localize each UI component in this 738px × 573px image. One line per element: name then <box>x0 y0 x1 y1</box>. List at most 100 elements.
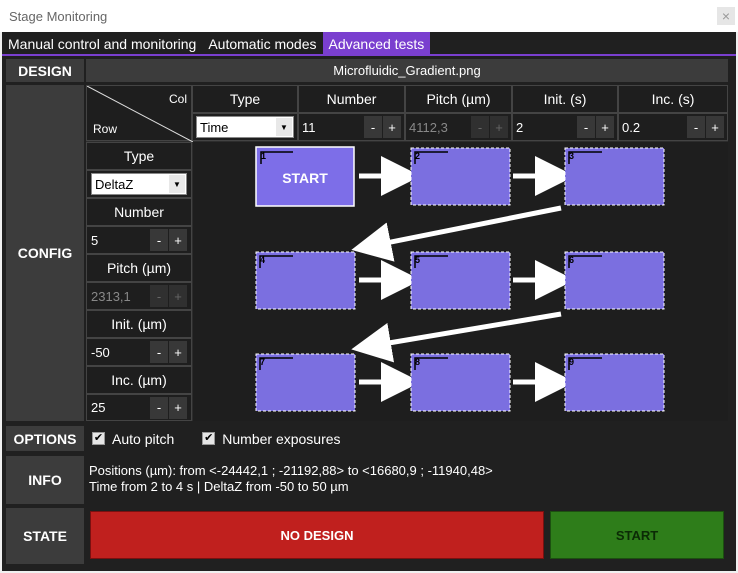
col-type-select[interactable]: Time ▼ <box>196 116 294 138</box>
row-init-decrement-button[interactable]: - <box>150 341 168 363</box>
tile-number: 8 <box>415 357 420 367</box>
col-init-input[interactable]: 2 <box>516 120 576 135</box>
row-inc-input[interactable]: 25 <box>91 400 149 415</box>
number-exposures-label: Number exposures <box>222 430 341 447</box>
section-label-info: INFO <box>6 456 84 504</box>
tile-5[interactable]: 5 <box>410 251 511 310</box>
row-pitch-input: 2313,1 <box>91 288 131 304</box>
col-type-value: Time <box>200 119 229 135</box>
col-number-cell: 11 - + <box>298 113 405 141</box>
preview-svg: 1 START 2 3 4 5 6 7 8 9 <box>255 146 665 412</box>
tile-number: 1 <box>261 151 266 161</box>
tile-3[interactable]: 3 <box>564 147 665 206</box>
auto-pitch-label: Auto pitch <box>112 430 175 447</box>
design-filename: Microfluidic_Gradient.png <box>86 59 728 82</box>
tile-start[interactable]: 1 START <box>255 146 355 207</box>
arrow-icon <box>351 311 562 363</box>
col-pitch-increment-button: + <box>490 116 508 138</box>
tile-number: 6 <box>569 255 574 265</box>
col-init-cell: 2 - + <box>512 113 618 141</box>
row-inc-decrement-button[interactable]: - <box>150 396 168 419</box>
col-init-increment-button[interactable]: + <box>596 116 614 138</box>
row-number-decrement-button[interactable]: - <box>150 229 168 251</box>
row-init-cell: -50 - + <box>86 338 192 366</box>
row-pitch-cell: 2313,1 - + <box>86 282 192 310</box>
window-title: Stage Monitoring <box>9 8 108 24</box>
col-inc-input[interactable]: 0.2 <box>622 120 686 135</box>
row-inc-cell: 25 - + <box>86 394 192 421</box>
row-number-input[interactable]: 5 <box>91 233 149 248</box>
tile-number: 9 <box>569 357 574 367</box>
section-label-state: STATE <box>6 508 84 564</box>
info-ranges: Time from 2 to 4 s | DeltaZ from -50 to … <box>89 479 349 494</box>
tab-underline <box>2 54 736 56</box>
corner-row-label: Row <box>93 122 118 136</box>
chevron-down-icon[interactable]: ▼ <box>276 118 292 136</box>
row-number-increment-button[interactable]: + <box>169 229 187 251</box>
tile-9[interactable]: 9 <box>564 353 665 412</box>
row-type-select[interactable]: DeltaZ ▼ <box>91 173 187 195</box>
col-inc-increment-button[interactable]: + <box>706 116 724 138</box>
col-header-number: Number <box>298 85 405 113</box>
title-bar: Stage Monitoring × <box>0 0 738 32</box>
config-grid: Col Row Type Number Pitch (µm) Init. (s)… <box>86 85 728 421</box>
row-number-label: Number <box>86 198 192 226</box>
no-design-button[interactable]: NO DESIGN <box>90 511 544 559</box>
grid-corner: Col Row <box>86 85 193 142</box>
col-number-increment-button[interactable]: + <box>383 116 401 138</box>
col-pitch-cell: 4112,3 - + <box>405 113 512 141</box>
col-pitch-decrement-button: - <box>471 116 489 138</box>
arrow-icon <box>351 205 562 262</box>
info-positions: Positions (µm): from <-24442,1 ; -21192,… <box>89 463 493 478</box>
row-init-label: Init. (µm) <box>86 310 192 338</box>
tab-automatic-modes[interactable]: Automatic modes <box>202 32 322 55</box>
col-header-inc: Inc. (s) <box>618 85 728 113</box>
row-inc-label: Inc. (µm) <box>86 366 192 394</box>
row-type-cell: DeltaZ ▼ <box>86 170 192 198</box>
tile-7[interactable]: 7 <box>255 353 356 412</box>
col-inc-decrement-button[interactable]: - <box>687 116 705 138</box>
tile-8[interactable]: 8 <box>410 353 511 412</box>
section-label-config: CONFIG <box>6 85 84 421</box>
row-number-cell: 5 - + <box>86 226 192 254</box>
tab-advanced-tests[interactable]: Advanced tests <box>322 32 431 55</box>
number-exposures-checkbox[interactable]: ✔ Number exposures <box>202 430 341 447</box>
tile-number: 4 <box>260 255 265 265</box>
tab-bar: Manual control and monitoring Automatic … <box>2 32 736 55</box>
tile-2[interactable]: 2 <box>410 147 511 206</box>
close-icon[interactable]: × <box>717 7 735 25</box>
info-text: Positions (µm): from <-24442,1 ; -21192,… <box>89 463 493 495</box>
row-type-value: DeltaZ <box>95 176 134 192</box>
tile-number: 5 <box>415 255 420 265</box>
corner-col-label: Col <box>168 92 187 106</box>
col-pitch-input: 4112,3 <box>409 119 448 135</box>
chevron-down-icon[interactable]: ▼ <box>169 175 185 193</box>
check-icon[interactable]: ✔ <box>202 432 216 445</box>
col-number-decrement-button[interactable]: - <box>364 116 382 138</box>
row-init-increment-button[interactable]: + <box>169 341 187 363</box>
row-type-label: Type <box>86 142 192 170</box>
design-preview: 1 START 2 3 4 5 6 7 8 9 <box>193 142 728 421</box>
tab-manual-control[interactable]: Manual control and monitoring <box>2 32 202 55</box>
tile-number: 7 <box>260 357 265 367</box>
start-button[interactable]: START <box>550 511 724 559</box>
row-pitch-decrement-button: - <box>150 285 168 307</box>
row-pitch-increment-button: + <box>169 285 187 307</box>
row-inc-increment-button[interactable]: + <box>169 396 187 419</box>
options-row: ✔ Auto pitch ✔ Number exposures <box>86 426 728 451</box>
tile-number: 2 <box>415 151 420 161</box>
tile-4[interactable]: 4 <box>255 251 356 310</box>
col-type-cell: Time ▼ <box>192 113 298 141</box>
row-pitch-label: Pitch (µm) <box>86 254 192 282</box>
tile-start-label: START <box>282 170 328 186</box>
tile-number: 3 <box>569 151 574 161</box>
auto-pitch-checkbox[interactable]: ✔ Auto pitch <box>92 431 174 447</box>
row-init-input[interactable]: -50 <box>91 345 149 360</box>
check-icon[interactable]: ✔ <box>92 432 105 445</box>
col-header-type: Type <box>192 85 298 113</box>
tile-6[interactable]: 6 <box>564 251 665 310</box>
section-label-options: OPTIONS <box>6 426 84 451</box>
col-number-input[interactable]: 11 <box>302 120 363 135</box>
col-init-decrement-button[interactable]: - <box>577 116 595 138</box>
col-header-pitch: Pitch (µm) <box>405 85 512 113</box>
